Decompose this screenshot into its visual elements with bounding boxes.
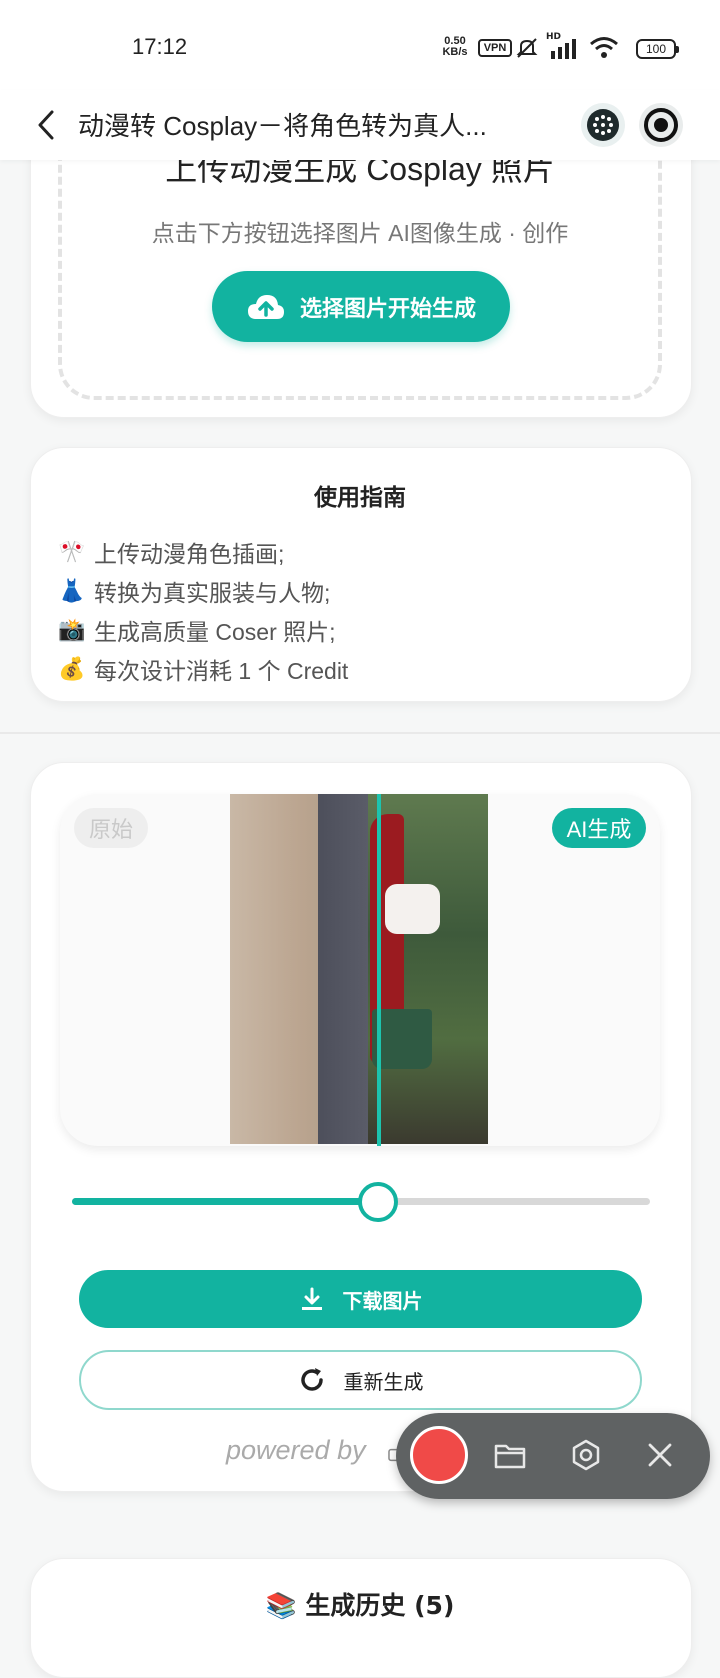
money-bag-icon: 💰 [58,656,86,681]
recorder-settings-button[interactable] [568,1437,604,1473]
page-title: 动漫转 Cosplay－将角色转为真人... [78,111,487,141]
flags-icon: 🎌 [58,539,86,564]
guide-item-text: 转换为真实服装与人物; [94,580,331,606]
generated-image-detail [372,1009,432,1069]
generated-image-detail [385,884,440,934]
regenerate-button[interactable]: 重新生成 [79,1350,642,1410]
select-image-button[interactable]: 选择图片开始生成 [212,271,510,342]
cellular-signal-icon: HD [546,32,580,60]
select-image-label: 选择图片开始生成 [299,296,476,322]
record-button[interactable] [410,1426,468,1484]
folder-button[interactable] [492,1437,528,1473]
status-time: 17:12 [132,34,188,59]
guide-item: 🎌 上传动漫角色插画; [58,535,284,569]
download-label: 下载图片 [342,1288,423,1313]
comparison-slider-fill [72,1198,379,1205]
before-after-comparison[interactable]: 原始 AI生成 [60,794,660,1146]
guide-item: 👗 转换为真实服装与人物; [58,574,330,608]
original-badge: 原始 [74,808,148,848]
recorder-close-button[interactable] [642,1437,678,1473]
mute-icon [512,36,542,60]
camera-flash-icon: 📸 [58,617,86,642]
ai-generated-badge: AI生成 [552,808,646,848]
guide-item-text: 生成高质量 Coser 照片; [94,619,336,645]
close-miniapp-button[interactable] [639,103,683,147]
network-type: HD [546,32,562,42]
guide-title: 使用指南 [314,485,406,511]
wifi-icon [588,36,620,60]
refresh-icon [300,1368,323,1391]
download-button[interactable]: 下载图片 [79,1270,642,1328]
guide-item-text: 每次设计消耗 1 个 Credit [94,658,349,684]
chevron-left-icon [38,110,54,140]
settings-hexagon-icon [572,1439,600,1471]
dots-grid-icon [587,109,619,141]
more-options-button[interactable] [581,103,625,147]
powered-by-text: powered by [226,1435,366,1465]
network-speed-unit: KB/s [442,46,468,58]
back-button[interactable] [30,108,64,142]
comparison-divider[interactable] [377,794,381,1146]
app-bar: 动漫转 Cosplay－将角色转为真人... [0,90,720,160]
status-bar: 17:12 0.50 KB/s VPN HD 100 [0,0,720,90]
network-speed: 0.50 KB/s [438,36,472,58]
target-icon [644,108,678,142]
section-divider [0,732,720,734]
upload-subtitle: 点击下方按钮选择图片 AI图像生成 · 创作 [151,220,569,246]
vpn-badge: VPN [478,39,512,57]
history-title: 📚 生成历史 (5) [265,1591,455,1620]
download-icon [301,1287,322,1310]
screen-recorder-toolbar [396,1413,710,1499]
guide-item: 📸 生成高质量 Coser 照片; [58,613,336,647]
close-icon [648,1443,672,1467]
original-image-detail [318,794,368,1144]
guide-item: 💰 每次设计消耗 1 个 Credit [58,652,348,686]
dress-icon: 👗 [58,578,86,603]
guide-item-text: 上传动漫角色插画; [94,541,285,567]
folder-icon [494,1444,526,1469]
battery-indicator: 100 [636,39,679,59]
regenerate-label: 重新生成 [343,1369,424,1394]
cloud-upload-icon [247,294,284,319]
